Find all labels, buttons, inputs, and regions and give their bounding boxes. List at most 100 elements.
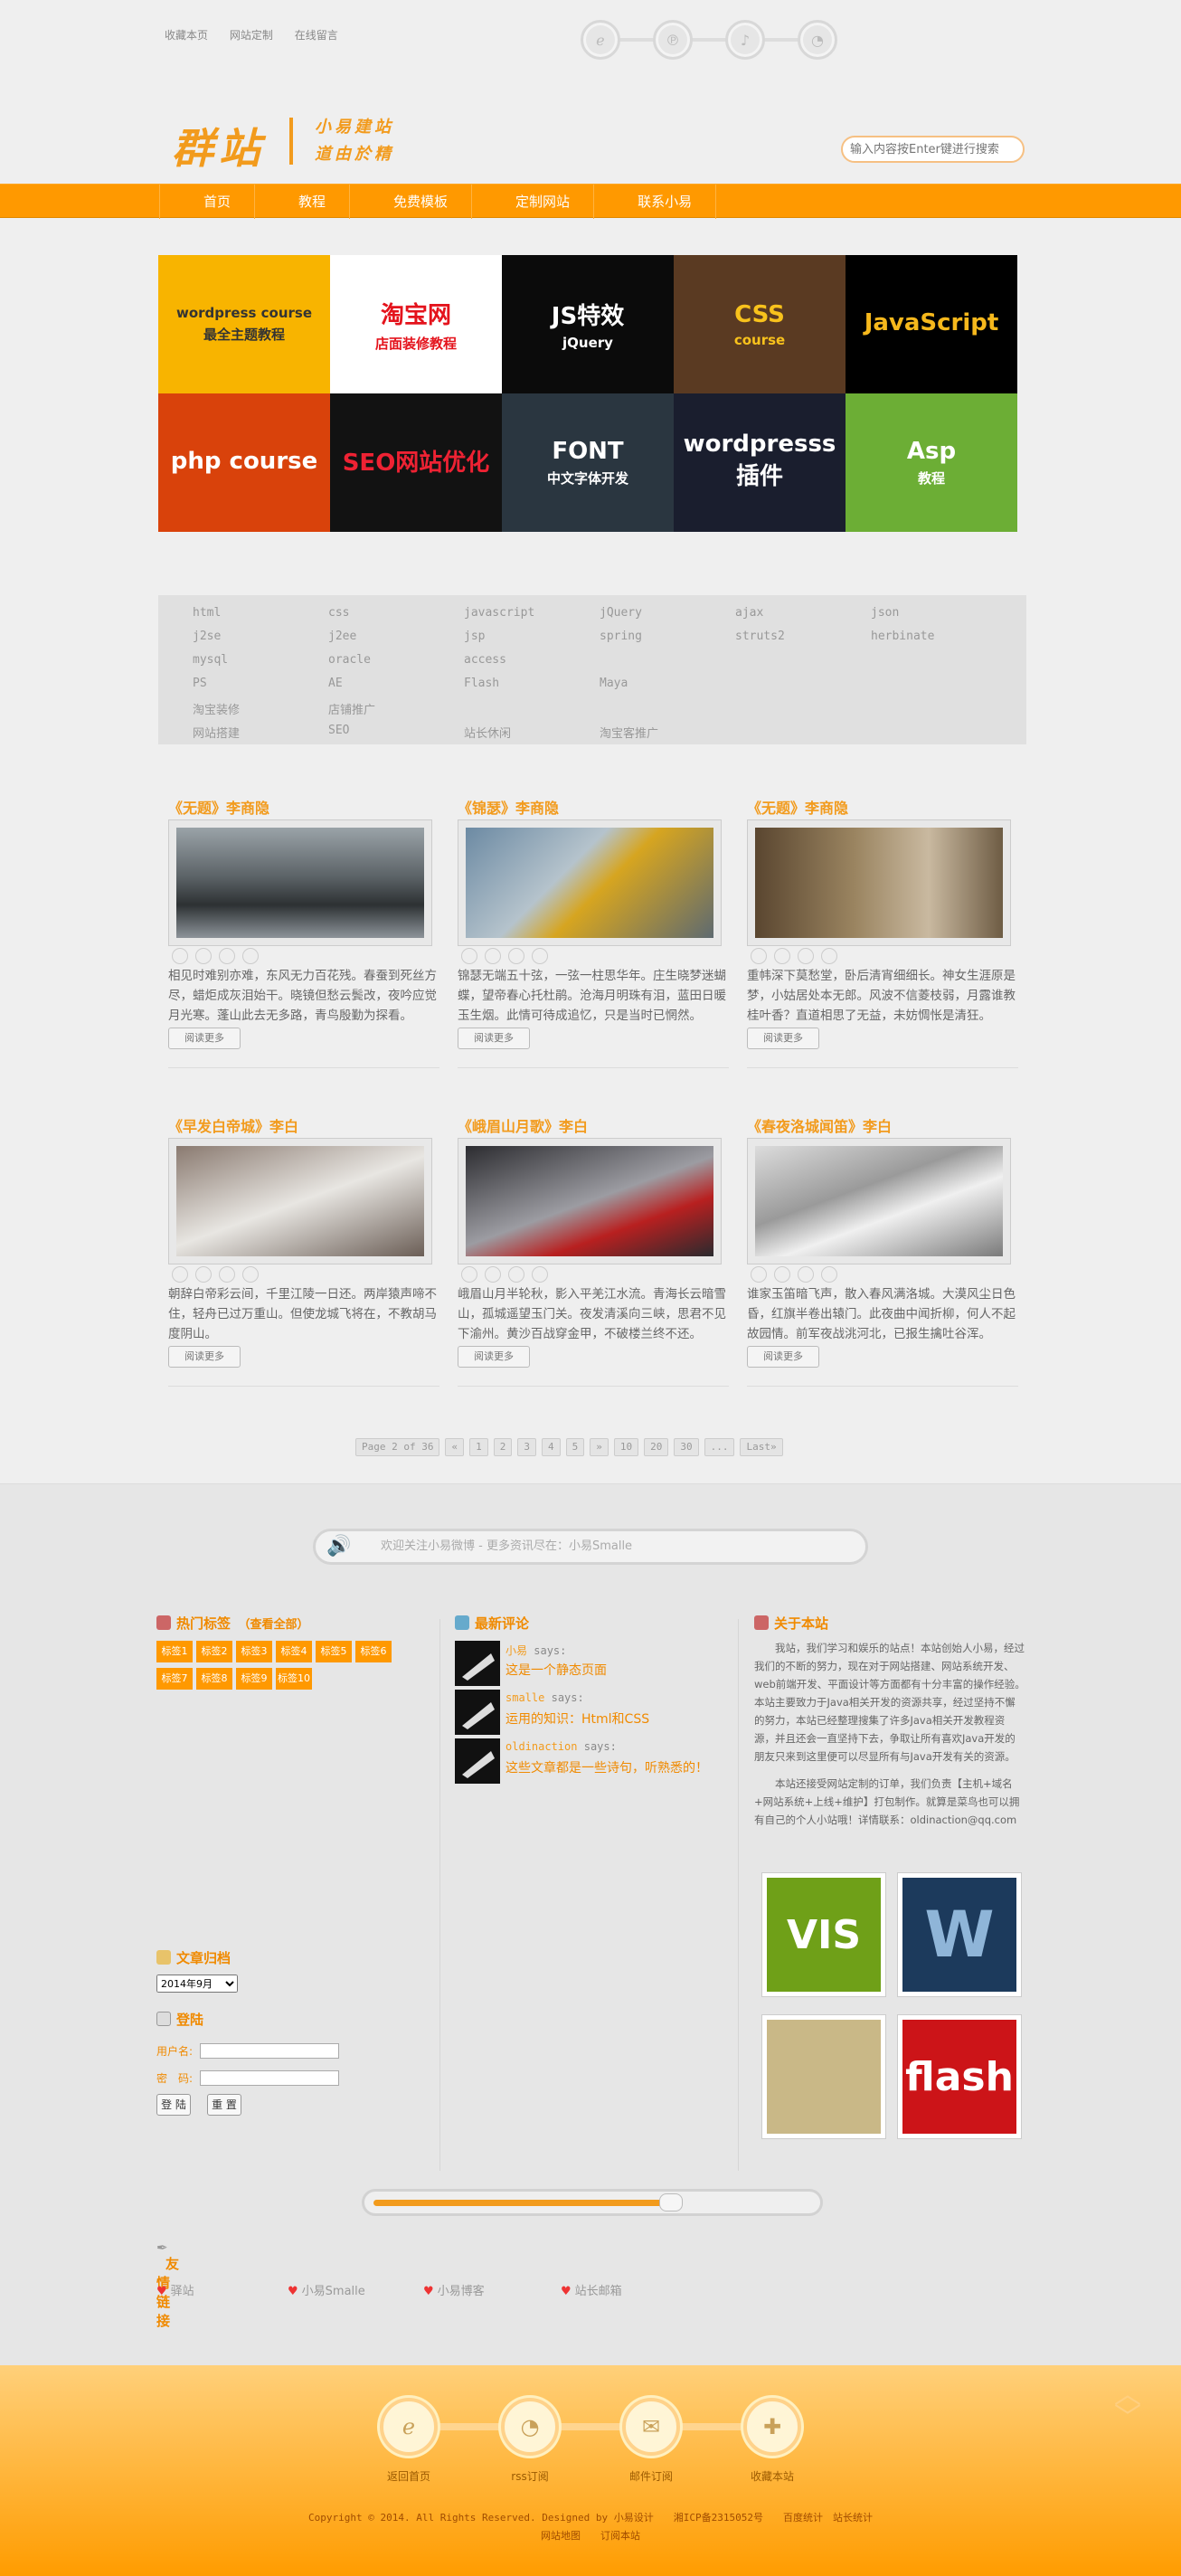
post-title[interactable]: 《无题》李商隐 bbox=[747, 796, 1027, 818]
reset-button[interactable]: 重 置 bbox=[207, 2094, 241, 2116]
page-link[interactable]: ... bbox=[704, 1438, 735, 1456]
about-thumbnail[interactable]: flash bbox=[897, 2014, 1022, 2139]
read-more-button[interactable]: 阅读更多 bbox=[458, 1028, 530, 1049]
view-all-tags-link[interactable]: （查看全部） bbox=[244, 1618, 309, 1632]
page-link[interactable]: Last» bbox=[740, 1438, 783, 1456]
footer-icon-label[interactable]: 邮件订阅 bbox=[606, 2468, 696, 2484]
comment-icon[interactable] bbox=[195, 1266, 212, 1283]
comment-text[interactable]: 这是一个静态页面 bbox=[505, 1661, 607, 1679]
course-tile[interactable]: wordpress course 最全主题教程 bbox=[158, 255, 330, 393]
course-tile[interactable]: SEO网站优化 bbox=[330, 393, 502, 532]
tag-link[interactable]: 店铺推广 bbox=[328, 700, 464, 724]
footer-icon-label[interactable]: 返回首页 bbox=[364, 2468, 454, 2484]
slider-handle[interactable] bbox=[659, 2193, 683, 2211]
about-thumbnail[interactable]: VIS bbox=[761, 1872, 886, 1997]
comment-author[interactable]: smalle bbox=[505, 1691, 544, 1704]
course-tile[interactable]: 淘宝网 店面装修教程 bbox=[330, 255, 502, 393]
course-tile[interactable]: JS特效 jQuery bbox=[502, 255, 674, 393]
tag-link[interactable]: 网站搭建 bbox=[193, 724, 328, 747]
tag-link[interactable]: css bbox=[328, 606, 464, 630]
tag-link[interactable]: jsp bbox=[464, 630, 600, 653]
page-link[interactable]: 30 bbox=[674, 1438, 699, 1456]
post-title[interactable]: 《春夜洛城闻笛》李白 bbox=[747, 1114, 1027, 1136]
plus-icon[interactable]: ✚ bbox=[743, 2398, 801, 2456]
page-link[interactable]: 5 bbox=[565, 1438, 585, 1456]
edit-icon[interactable] bbox=[219, 1266, 235, 1283]
avatar[interactable] bbox=[455, 1738, 500, 1784]
page-link[interactable]: 2 bbox=[493, 1438, 513, 1456]
tag-link[interactable]: access bbox=[464, 653, 600, 677]
tag-chip[interactable]: 标签6 bbox=[355, 1641, 392, 1662]
page-link[interactable]: 3 bbox=[517, 1438, 536, 1456]
tag-chip[interactable]: 标签4 bbox=[276, 1641, 312, 1662]
archive-select[interactable]: 2014年9月 bbox=[156, 1975, 238, 1993]
comment-icon[interactable] bbox=[195, 948, 212, 964]
friend-link[interactable]: ♥ 小易博客 bbox=[423, 2281, 485, 2298]
edit-icon[interactable] bbox=[798, 948, 814, 964]
tag-link[interactable]: PS bbox=[193, 677, 328, 700]
tag-link[interactable]: mysql bbox=[193, 653, 328, 677]
course-tile[interactable]: wordpresss插件 bbox=[674, 393, 846, 532]
share-icon[interactable] bbox=[821, 1266, 837, 1283]
course-tile[interactable]: CSS course bbox=[674, 255, 846, 393]
edit-icon[interactable] bbox=[219, 948, 235, 964]
course-tile[interactable]: php course bbox=[158, 393, 330, 532]
e-icon[interactable]: ℯ bbox=[380, 2398, 438, 2456]
edit-icon[interactable] bbox=[508, 1266, 524, 1283]
tag-link[interactable]: 淘宝客推广 bbox=[600, 724, 735, 747]
page-link[interactable]: 1 bbox=[469, 1438, 488, 1456]
nav-tutorials[interactable]: 教程 bbox=[255, 185, 351, 219]
weibo-banner[interactable]: 🔊 欢迎关注小易微博 - 更多资讯尽在：小易Smalle bbox=[313, 1529, 868, 1565]
post-image-frame[interactable] bbox=[458, 1138, 722, 1264]
tag-chip[interactable]: 标签8 bbox=[196, 1668, 232, 1690]
bookmark-link[interactable]: 收藏本页 bbox=[165, 29, 208, 42]
tag-chip[interactable]: 标签9 bbox=[236, 1668, 272, 1690]
about-thumbnail[interactable]: W bbox=[897, 1872, 1022, 1997]
post-title[interactable]: 《无题》李商隐 bbox=[168, 796, 449, 818]
tag-link[interactable]: 淘宝装修 bbox=[193, 700, 328, 724]
tag-link[interactable]: AE bbox=[328, 677, 464, 700]
share-icon[interactable] bbox=[821, 948, 837, 964]
p-icon[interactable]: ℗ bbox=[653, 20, 693, 60]
read-more-button[interactable]: 阅读更多 bbox=[168, 1346, 241, 1368]
password-input[interactable] bbox=[200, 2069, 340, 2086]
post-image-frame[interactable] bbox=[168, 819, 432, 946]
course-tile[interactable]: Asp 教程 bbox=[846, 393, 1017, 532]
comment-text[interactable]: 运用的知识：Html和CSS bbox=[505, 1709, 649, 1728]
tag-link[interactable]: html bbox=[193, 606, 328, 630]
tag-icon[interactable] bbox=[751, 948, 767, 964]
tag-link[interactable]: Maya bbox=[600, 677, 735, 700]
rss-icon[interactable]: ◔ bbox=[798, 20, 837, 60]
rss-icon[interactable]: ◔ bbox=[501, 2398, 559, 2456]
footer-icon-label[interactable]: rss订阅 bbox=[485, 2468, 575, 2484]
bell-icon[interactable]: ♪ bbox=[725, 20, 765, 60]
page-link[interactable]: » bbox=[590, 1438, 609, 1456]
tag-chip[interactable]: 标签5 bbox=[316, 1641, 352, 1662]
ie-icon[interactable]: ℯ bbox=[581, 20, 620, 60]
tag-icon[interactable] bbox=[461, 1266, 477, 1283]
read-more-button[interactable]: 阅读更多 bbox=[747, 1346, 819, 1368]
tag-link[interactable]: oracle bbox=[328, 653, 464, 677]
post-image-frame[interactable] bbox=[458, 819, 722, 946]
post-title[interactable]: 《锦瑟》李商隐 bbox=[458, 796, 738, 818]
tag-link[interactable]: j2ee bbox=[328, 630, 464, 653]
tag-chip[interactable]: 标签1 bbox=[156, 1641, 193, 1662]
tag-icon[interactable] bbox=[172, 948, 188, 964]
search-input[interactable] bbox=[841, 136, 1025, 163]
scroll-arrows-icon[interactable]: ︿ ﹀ bbox=[1114, 2382, 1141, 2432]
friend-link[interactable]: ♥ 驿站 bbox=[156, 2281, 194, 2298]
comment-icon[interactable] bbox=[774, 948, 790, 964]
page-link[interactable]: 4 bbox=[541, 1438, 561, 1456]
post-title[interactable]: 《峨眉山月歌》李白 bbox=[458, 1114, 738, 1136]
tag-link[interactable]: 站长休闲 bbox=[464, 724, 600, 747]
share-icon[interactable] bbox=[242, 1266, 259, 1283]
tag-link[interactable]: Flash bbox=[464, 677, 600, 700]
avatar[interactable] bbox=[455, 1690, 500, 1735]
tag-icon[interactable] bbox=[461, 948, 477, 964]
avatar[interactable] bbox=[455, 1641, 500, 1686]
tag-icon[interactable] bbox=[751, 1266, 767, 1283]
tag-chip[interactable]: 标签10 bbox=[276, 1668, 312, 1690]
tag-icon[interactable] bbox=[172, 1266, 188, 1283]
course-tile[interactable]: FONT 中文字体开发 bbox=[502, 393, 674, 532]
tag-link[interactable]: herbinate bbox=[871, 630, 1006, 653]
